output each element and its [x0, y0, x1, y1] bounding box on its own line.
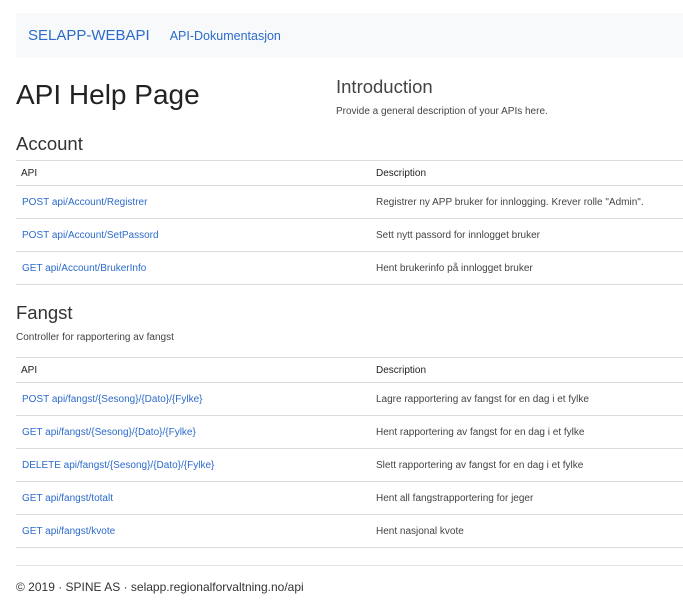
- page-title: API Help Page: [16, 79, 200, 110]
- table-row: GET api/fangst/totalt Hent all fangstrap…: [16, 481, 683, 515]
- api-link[interactable]: POST api/Account/Registrer: [22, 197, 147, 208]
- api-description: Registrer ny APP bruker for innlogging. …: [371, 185, 683, 219]
- api-description: Hent nasjonal kvote: [371, 514, 683, 548]
- column-header-description: Description: [371, 160, 683, 186]
- api-link[interactable]: DELETE api/fangst/{Sesong}/{Dato}/{Fylke…: [22, 460, 214, 471]
- table-row: DELETE api/fangst/{Sesong}/{Dato}/{Fylke…: [16, 448, 683, 482]
- fangst-api-table: API Description POST api/fangst/{Sesong}…: [16, 357, 683, 548]
- api-link[interactable]: GET api/fangst/kvote: [22, 526, 115, 537]
- top-navbar: SELAPP-WEBAPI API-Dokumentasjon: [16, 13, 683, 58]
- footer-divider: [16, 565, 683, 566]
- table-row: GET api/fangst/kvote Hent nasjonal kvote: [16, 514, 683, 548]
- table-header-row: API Description: [16, 357, 683, 383]
- column-header-api: API: [16, 160, 371, 186]
- section-title-fangst: Fangst: [16, 302, 73, 323]
- api-description: Hent brukerinfo på innlogget bruker: [371, 251, 683, 285]
- introduction-title: Introduction: [336, 76, 433, 97]
- account-api-table: API Description POST api/Account/Registr…: [16, 160, 683, 285]
- api-description: Hent all fangstrapportering for jeger: [371, 481, 683, 515]
- column-header-description: Description: [371, 357, 683, 383]
- table-row: POST api/Account/SetPassord Sett nytt pa…: [16, 218, 683, 252]
- api-description: Lagre rapportering av fangst for en dag …: [371, 382, 683, 416]
- section-description-fangst: Controller for rapportering av fangst: [16, 332, 174, 343]
- table-row: POST api/Account/Registrer Registrer ny …: [16, 185, 683, 219]
- table-row: POST api/fangst/{Sesong}/{Dato}/{Fylke} …: [16, 382, 683, 416]
- api-link[interactable]: GET api/Account/BrukerInfo: [22, 263, 146, 274]
- api-description: Hent rapportering av fangst for en dag i…: [371, 415, 683, 449]
- nav-link-api-docs[interactable]: API-Dokumentasjon: [170, 29, 281, 43]
- api-description: Slett rapportering av fangst for en dag …: [371, 448, 683, 482]
- brand-link[interactable]: SELAPP-WEBAPI: [28, 27, 150, 44]
- table-header-row: API Description: [16, 160, 683, 186]
- introduction-text: Provide a general description of your AP…: [336, 106, 548, 117]
- column-header-api: API: [16, 357, 371, 383]
- table-row: GET api/fangst/{Sesong}/{Dato}/{Fylke} H…: [16, 415, 683, 449]
- table-row: GET api/Account/BrukerInfo Hent brukerin…: [16, 251, 683, 285]
- api-description: Sett nytt passord for innlogget bruker: [371, 218, 683, 252]
- footer-text: © 2019 · SPINE AS · selapp.regionalforva…: [16, 580, 304, 594]
- api-link[interactable]: POST api/Account/SetPassord: [22, 230, 159, 241]
- section-title-account: Account: [16, 133, 83, 154]
- api-link[interactable]: GET api/fangst/totalt: [22, 493, 113, 504]
- introduction-panel: Introduction Provide a general descripti…: [336, 76, 676, 117]
- api-link[interactable]: GET api/fangst/{Sesong}/{Dato}/{Fylke}: [22, 427, 196, 438]
- api-link[interactable]: POST api/fangst/{Sesong}/{Dato}/{Fylke}: [22, 394, 203, 405]
